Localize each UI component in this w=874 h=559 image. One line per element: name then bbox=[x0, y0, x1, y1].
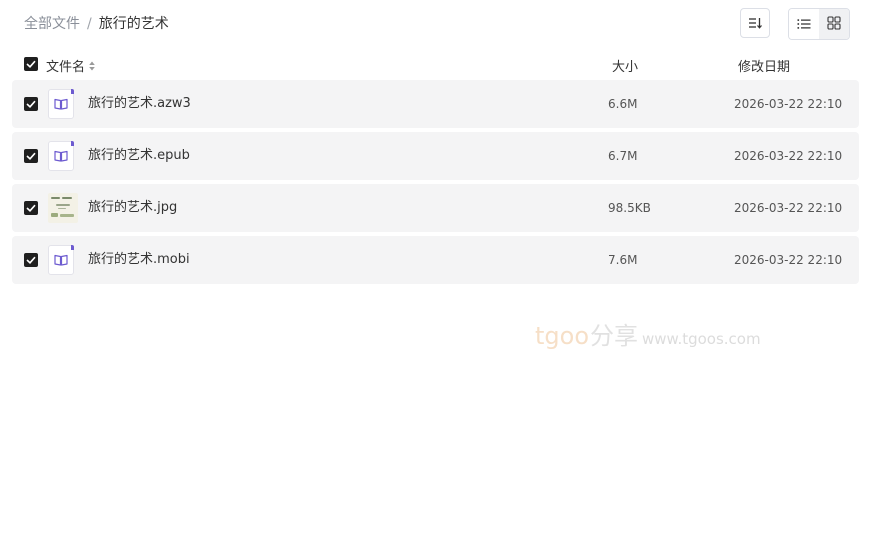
ebook-icon bbox=[48, 245, 74, 275]
sort-caret-icon[interactable] bbox=[89, 61, 95, 71]
breadcrumb-current: 旅行的艺术 bbox=[98, 16, 169, 32]
row-checkbox[interactable] bbox=[24, 253, 38, 267]
watermark-url: www.tgoos.com bbox=[642, 330, 761, 348]
file-icon bbox=[48, 193, 78, 223]
file-name[interactable]: 旅行的艺术.azw3 bbox=[88, 95, 191, 113]
column-header-size: 大小 bbox=[612, 60, 639, 75]
file-size: 6.6M bbox=[608, 97, 638, 111]
breadcrumb-root-link[interactable]: 全部文件 bbox=[24, 15, 80, 33]
grid-view-icon bbox=[827, 15, 841, 34]
breadcrumb-separator: / bbox=[87, 16, 92, 32]
watermark-brand: tgoo bbox=[535, 322, 590, 350]
file-icon bbox=[48, 245, 76, 275]
list-view-button[interactable] bbox=[789, 9, 819, 39]
watermark-cn: 分享 bbox=[590, 322, 639, 350]
image-thumbnail bbox=[48, 193, 78, 223]
table-header: 文件名 大小 修改日期 bbox=[24, 56, 854, 75]
file-date: 2026-03-22 22:10 bbox=[734, 97, 843, 111]
ebook-icon bbox=[48, 141, 74, 171]
file-list: 旅行的艺术.azw3 6.6M 2026-03-22 22:10 旅行的艺术.e… bbox=[12, 80, 859, 288]
file-name[interactable]: 旅行的艺术.jpg bbox=[88, 199, 177, 217]
file-icon bbox=[48, 89, 76, 119]
column-header-date: 修改日期 bbox=[738, 60, 791, 75]
file-row[interactable]: 旅行的艺术.jpg 98.5KB 2026-03-22 22:10 bbox=[12, 184, 859, 232]
row-checkbox[interactable] bbox=[24, 97, 38, 111]
file-name[interactable]: 旅行的艺术.mobi bbox=[88, 251, 190, 269]
file-date: 2026-03-22 22:10 bbox=[734, 253, 843, 267]
file-icon bbox=[48, 141, 76, 171]
file-row[interactable]: 旅行的艺术.azw3 6.6M 2026-03-22 22:10 bbox=[12, 80, 859, 128]
sort-button[interactable] bbox=[740, 8, 770, 38]
sort-icon bbox=[748, 14, 762, 33]
view-toggle bbox=[788, 8, 850, 40]
watermark: tgoo 分享 www.tgoos.com bbox=[535, 316, 761, 351]
file-size: 98.5KB bbox=[608, 201, 651, 215]
file-size: 6.7M bbox=[608, 149, 638, 163]
list-view-icon bbox=[797, 15, 811, 34]
row-checkbox[interactable] bbox=[24, 149, 38, 163]
file-row[interactable]: 旅行的艺术.epub 6.7M 2026-03-22 22:10 bbox=[12, 132, 859, 180]
column-name-label: 文件名 bbox=[46, 60, 86, 75]
file-size: 7.6M bbox=[608, 253, 638, 267]
ebook-icon bbox=[48, 89, 74, 119]
select-all-checkbox[interactable] bbox=[24, 57, 38, 71]
file-row[interactable]: 旅行的艺术.mobi 7.6M 2026-03-22 22:10 bbox=[12, 236, 859, 284]
column-header-name[interactable]: 文件名 bbox=[46, 56, 95, 75]
file-name[interactable]: 旅行的艺术.epub bbox=[88, 147, 190, 165]
grid-view-button[interactable] bbox=[819, 9, 849, 39]
row-checkbox[interactable] bbox=[24, 201, 38, 215]
breadcrumb: 全部文件 / 旅行的艺术 bbox=[24, 15, 169, 33]
file-date: 2026-03-22 22:10 bbox=[734, 201, 843, 215]
file-date: 2026-03-22 22:10 bbox=[734, 149, 843, 163]
